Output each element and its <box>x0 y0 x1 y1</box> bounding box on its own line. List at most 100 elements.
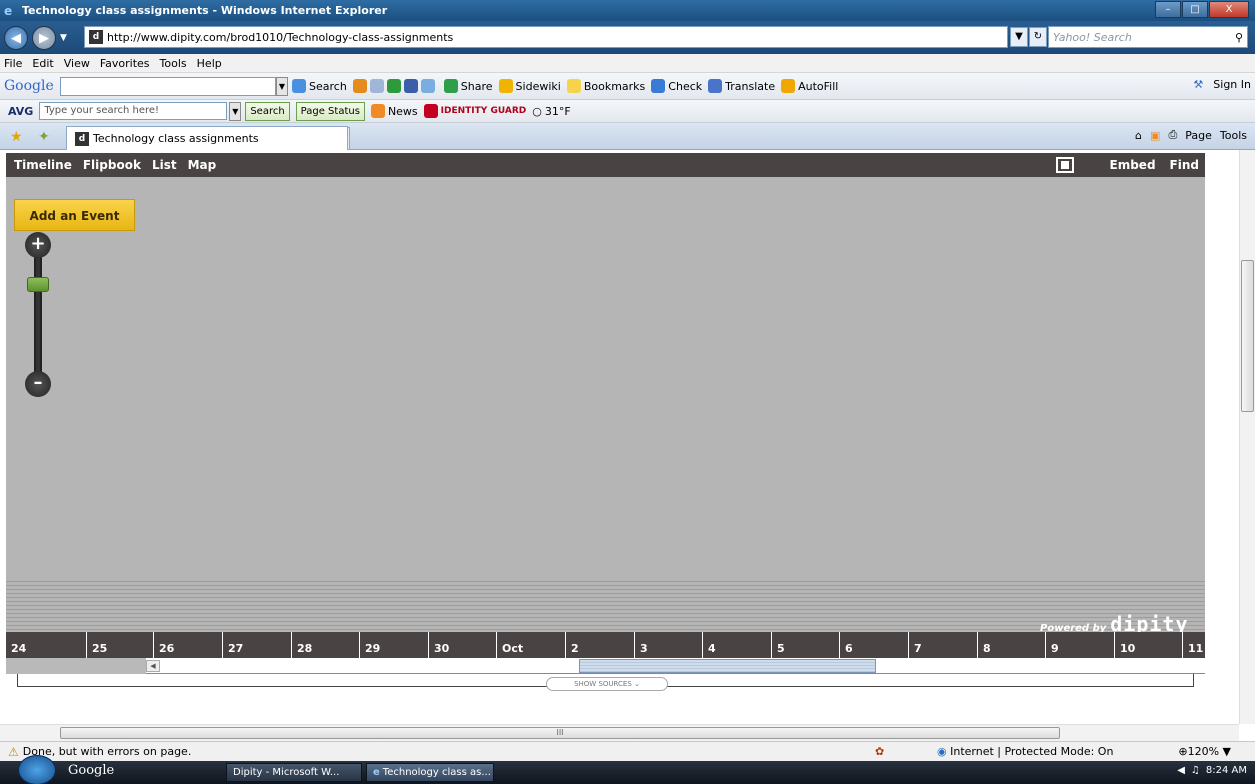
warning-icon[interactable]: ⚠ <box>8 745 19 759</box>
feeds-icon[interactable]: ▣ <box>1150 129 1160 142</box>
show-sources-button[interactable]: SHOW SOURCES ⌄ <box>546 677 668 691</box>
dipity-view-actions: Embed Find <box>1055 157 1199 173</box>
avg-search-button[interactable]: Search <box>245 101 290 121</box>
taskbar-task-label: Technology class as... <box>382 767 491 778</box>
news-label: News <box>387 104 418 118</box>
menu-edit[interactable]: Edit <box>32 57 53 70</box>
zoom-level-value: 120% <box>1187 745 1220 758</box>
autofill-button[interactable]: AutoFill <box>781 79 838 93</box>
page-menu[interactable]: Page <box>1185 129 1212 142</box>
navigation-bar: ◀ ▶ ▼ d http://www.dipity.com/brod1010/T… <box>0 21 1255 54</box>
weather-widget[interactable]: ○ 31°F <box>532 105 570 118</box>
menu-file[interactable]: File <box>4 57 22 70</box>
view-tab-map[interactable]: Map <box>188 158 217 172</box>
avg-search-dropdown-icon[interactable]: ▼ <box>229 101 242 121</box>
embed-button[interactable]: Embed <box>1110 158 1156 172</box>
tray-expand-icon[interactable]: ◀ <box>1177 765 1185 776</box>
menu-bar: File Edit View Favorites Tools Help <box>0 54 1255 73</box>
address-bar[interactable]: d http://www.dipity.com/brod1010/Technol… <box>84 26 1008 48</box>
zoom-track[interactable] <box>34 252 42 378</box>
google-logo: Google <box>4 78 54 94</box>
vertical-scroll-thumb[interactable] <box>1241 260 1254 412</box>
history-dropdown-icon[interactable]: ▼ <box>60 33 67 43</box>
timeline-canvas[interactable] <box>6 177 1205 632</box>
timeline-date: 28 <box>291 632 312 658</box>
favorites-star-icon[interactable]: ★ <box>10 129 23 145</box>
add-event-button[interactable]: Add an Event <box>14 199 135 231</box>
dipity-tab-icon: d <box>75 131 89 146</box>
tools-menu[interactable]: Tools <box>1220 129 1247 142</box>
horizontal-scrollbar[interactable]: III <box>0 724 1239 741</box>
print-icon[interactable]: ⎙ <box>1168 128 1177 142</box>
fullscreen-icon[interactable] <box>1055 157 1074 173</box>
taskbar-google-deskbar[interactable]: Google <box>68 763 114 778</box>
check-button[interactable]: Check <box>651 79 702 93</box>
green-square-icon <box>386 79 401 93</box>
close-button[interactable]: X <box>1209 1 1249 18</box>
google-search-button[interactable]: Search <box>292 79 347 93</box>
back-button[interactable]: ◀ <box>4 25 28 50</box>
tab-title: Technology class assignments <box>93 132 259 145</box>
zoom-slider[interactable]: + – <box>25 232 51 397</box>
share-button[interactable]: Share <box>443 79 493 93</box>
vertical-scrollbar[interactable] <box>1239 150 1255 724</box>
forward-button[interactable]: ▶ <box>32 25 56 50</box>
security-zone[interactable]: ◉ Internet | Protected Mode: On <box>937 745 1113 758</box>
view-tab-list[interactable]: List <box>152 158 177 172</box>
search-icon[interactable]: ⚲ <box>1235 31 1243 44</box>
timeline-date: 10 <box>1114 632 1135 658</box>
identity-guard-label: IDENTITY GUARD <box>440 106 527 116</box>
zoom-out-icon[interactable]: – <box>25 371 51 397</box>
minimize-button[interactable]: – <box>1155 1 1181 18</box>
timeline-date: 8 <box>977 632 991 658</box>
start-button[interactable] <box>18 755 56 784</box>
wrench-icon[interactable]: ⚒ <box>1193 78 1203 91</box>
system-tray: ◀ ♫ 8:24 AM <box>1171 765 1247 776</box>
scrubber-left-arrow-icon[interactable]: ◀ <box>146 660 160 672</box>
volume-icon[interactable]: ♫ <box>1191 765 1200 776</box>
google-search-dropdown-icon[interactable]: ▼ <box>276 76 288 96</box>
horizontal-scroll-thumb[interactable]: III <box>60 727 1060 739</box>
timeline-scrubber[interactable]: ◀ <box>6 658 1205 674</box>
taskbar-task-technology[interactable]: e Technology class as... <box>366 763 494 782</box>
home-icon[interactable]: ⌂ <box>1135 129 1142 142</box>
view-tab-flipbook[interactable]: Flipbook <box>83 158 141 172</box>
zoom-level[interactable]: ⊕120% ▼ <box>1178 745 1231 758</box>
find-button[interactable]: Find <box>1170 158 1199 172</box>
refresh-icon[interactable]: ↻ <box>1029 27 1047 47</box>
clock[interactable]: 8:24 AM <box>1206 765 1247 776</box>
page-status-button[interactable]: Page Status <box>295 101 365 121</box>
zoom-handle[interactable] <box>27 277 49 292</box>
avg-logo[interactable]: AVG <box>8 105 33 118</box>
identity-guard-button[interactable]: IDENTITY GUARD <box>423 104 527 118</box>
dipity-view-bar: Timeline Flipbook List Map Embed Find <box>6 153 1205 177</box>
signin-button[interactable]: Sign In <box>1213 78 1251 91</box>
google-search-input[interactable] <box>60 76 276 96</box>
translate-icon <box>708 79 723 93</box>
menu-help[interactable]: Help <box>197 57 222 70</box>
security-icon[interactable]: ✿ <box>875 745 884 758</box>
sidewiki-icon <box>498 79 513 93</box>
view-tab-timeline[interactable]: Timeline <box>14 158 72 172</box>
yahoo-search-box[interactable]: Yahoo! Search ⚲ <box>1048 26 1248 48</box>
menu-favorites[interactable]: Favorites <box>100 57 150 70</box>
taskbar-task-dipity[interactable]: Dipity - Microsoft W... <box>226 763 362 782</box>
scrubber-window[interactable] <box>579 659 876 673</box>
address-url[interactable]: http://www.dipity.com/brod1010/Technolog… <box>107 31 453 44</box>
rss-icon <box>370 104 385 118</box>
tab-technology-class-assignments[interactable]: d Technology class assignments <box>66 126 348 150</box>
bookmarks-button[interactable]: Bookmarks <box>566 79 645 93</box>
zoom-in-icon[interactable]: + <box>25 232 51 258</box>
yahoo-search-input[interactable]: Yahoo! Search <box>1053 31 1132 44</box>
avg-search-input[interactable]: Type your search here! <box>39 102 228 120</box>
add-favorites-icon[interactable]: ✦ <box>38 129 50 145</box>
maximize-button[interactable]: □ <box>1182 1 1208 18</box>
translate-button[interactable]: Translate <box>708 79 775 93</box>
toolbar-icon-group[interactable] <box>352 79 438 93</box>
menu-view[interactable]: View <box>64 57 90 70</box>
sidewiki-button[interactable]: Sidewiki <box>498 79 561 93</box>
timeline-date-strip[interactable]: 24 25 26 27 28 29 30 Oct 2 3 4 5 6 7 8 9… <box>6 632 1205 658</box>
address-dropdown-icon[interactable]: ▼ <box>1010 27 1028 47</box>
menu-tools[interactable]: Tools <box>160 57 187 70</box>
news-button[interactable]: News <box>370 104 418 118</box>
